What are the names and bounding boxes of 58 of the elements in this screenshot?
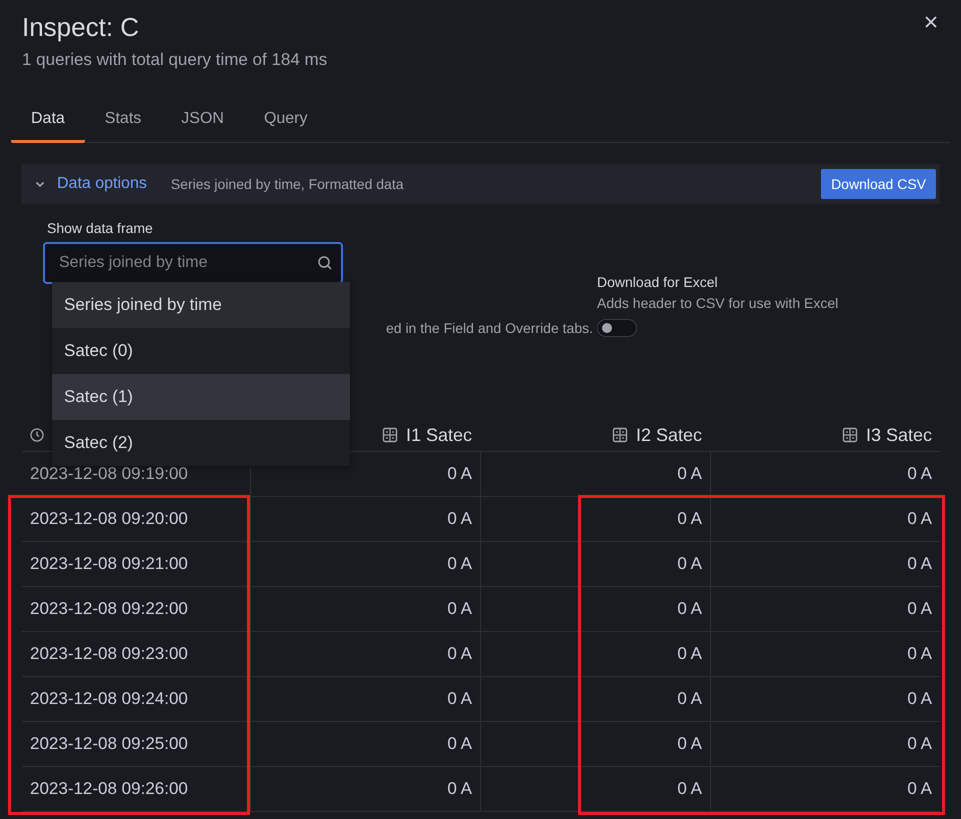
table-cell: 0 A [480,452,710,497]
column-header[interactable]: I3 Satec [866,424,932,446]
frame-select[interactable]: Series joined by time [43,242,343,284]
table-cell: 0 A [480,542,710,587]
table-cell: 0 A [250,542,480,587]
field-icon [612,427,628,443]
options-summary: Series joined by time, Formatted data [170,176,405,192]
field-icon [842,427,858,443]
table-cell: 2023-12-08 09:20:00 [22,497,250,542]
field-label: Show data frame [47,220,154,236]
table-cell: 2023-12-08 09:23:00 [22,632,250,677]
search-input[interactable]: Series joined by time [57,253,317,273]
subtitle: 1 queries with total query time of 184 ms [22,50,328,70]
column-header[interactable]: I2 Satec [636,424,702,446]
table-cell: 0 A [480,497,710,542]
table-cell: 2023-12-08 09:22:00 [22,587,250,632]
table-cell: 0 A [480,632,710,677]
download-csv-button[interactable]: Download CSV [821,169,936,199]
tab[interactable]: Query [244,102,328,143]
field-icon [382,427,398,443]
column-header[interactable]: I1 Satec [406,424,472,446]
table-cell: 0 A [250,767,480,812]
table-cell: 2023-12-08 09:26:00 [22,767,250,812]
dropdown-option[interactable]: Satec (1) [52,374,350,420]
excel-toggle[interactable] [597,319,637,337]
table-cell: 0 A [710,722,940,767]
window-title: Inspect: C [22,11,140,44]
table-cell: 0 A [250,722,480,767]
table-cell: 0 A [710,677,940,722]
table-cell: 0 A [710,497,940,542]
dropdown-option[interactable]: Series joined by time [52,282,350,328]
table-cell: 0 A [710,452,940,497]
field-label: Download for Excel [597,274,719,290]
tab[interactable]: Stats [84,102,162,143]
table-cell: 0 A [710,587,940,632]
table-cell: 0 A [250,452,480,497]
tab[interactable]: Data [11,102,85,143]
table-cell: 0 A [250,587,480,632]
table-cell: 0 A [250,497,480,542]
table-cell: 2023-12-08 09:21:00 [22,542,250,587]
option-description: ed in the Field and Override tabs. [384,320,594,336]
table-cell: 0 A [710,767,940,812]
table-cell: 0 A [710,632,940,677]
table-cell: 0 A [480,722,710,767]
search-icon [317,255,333,271]
table-cell: 0 A [250,677,480,722]
table-cell: 0 A [250,632,480,677]
field-description: Adds header to CSV for use with Excel [597,295,838,311]
clock-icon [30,428,44,442]
dropdown-option[interactable]: Satec (0) [52,328,350,374]
table-cell: 0 A [710,542,940,587]
data-options-toggle[interactable]: Data options [57,175,147,193]
table-cell: 2023-12-08 09:25:00 [22,722,250,767]
table-cell: 2023-12-08 09:24:00 [22,677,250,722]
table-cell: 0 A [480,587,710,632]
table-cell: 0 A [480,677,710,722]
tab[interactable]: JSON [161,102,244,143]
table-cell: 0 A [480,767,710,812]
